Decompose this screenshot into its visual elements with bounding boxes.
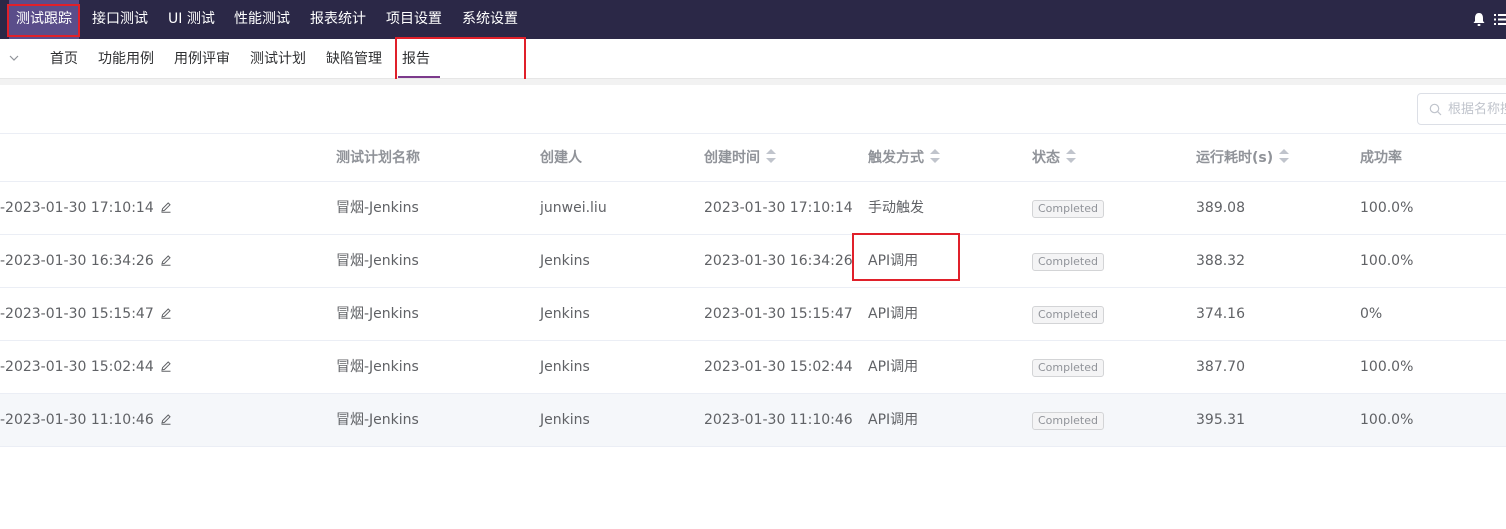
column-header-success-rate: 成功率 [1360, 150, 1402, 166]
create-time-cell: 2023-01-30 17:10:14 [704, 200, 853, 216]
trigger-mode-cell: API调用 [868, 253, 919, 269]
duration-cell: 374.16 [1196, 306, 1245, 322]
sort-icon[interactable] [1279, 149, 1290, 163]
subnav-item-defect-management[interactable]: 缺陷管理 [326, 39, 382, 79]
subnav-item-test-plan[interactable]: 测试计划 [250, 39, 306, 79]
search-box[interactable] [1417, 93, 1506, 125]
trigger-mode-cell: 手动触发 [868, 200, 924, 216]
duration-cell: 395.31 [1196, 412, 1245, 428]
success-rate-cell: 100.0% [1360, 200, 1414, 216]
success-rate-cell: 0% [1360, 306, 1383, 322]
create-time-cell: 2023-01-30 11:10:46 [704, 412, 853, 428]
duration-cell: 387.70 [1196, 359, 1245, 375]
plan-name-cell: 冒烟-Jenkins [336, 200, 419, 216]
success-rate-cell: 100.0% [1360, 412, 1414, 428]
table-row[interactable]: -2023-01-30 15:02:44 冒烟-Jenkins Jenkins … [0, 341, 1506, 394]
column-header-creator: 创建人 [540, 150, 582, 166]
trigger-mode-cell: API调用 [868, 306, 919, 322]
report-name-cell[interactable]: -2023-01-30 15:02:44 [0, 341, 172, 393]
sort-icon[interactable] [1066, 149, 1076, 163]
duration-cell: 389.08 [1196, 200, 1245, 216]
creator-cell: junwei.liu [540, 200, 607, 216]
table-header: 测试计划名称 创建人 创建时间 触发方式 状态 运行耗时(s) 成功率 [0, 133, 1506, 182]
chevron-down-icon[interactable] [8, 52, 20, 64]
report-name-cell[interactable]: -2023-01-30 15:15:47 [0, 288, 172, 340]
column-header-duration[interactable]: 运行耗时(s) [1196, 134, 1290, 182]
creator-cell: Jenkins [540, 412, 590, 428]
table-row[interactable]: -2023-01-30 16:34:26 冒烟-Jenkins Jenkins … [0, 235, 1506, 288]
column-header-plan-name: 测试计划名称 [336, 150, 420, 166]
edit-pencil-icon[interactable] [160, 307, 172, 319]
table-row[interactable]: -2023-01-30 11:10:46 冒烟-Jenkins Jenkins … [0, 394, 1506, 447]
status-badge: Completed [1032, 359, 1104, 377]
sub-navigation-bar: 首页 功能用例 用例评审 测试计划 缺陷管理 报告 [0, 39, 1506, 79]
edit-pencil-icon[interactable] [160, 413, 172, 425]
report-name-cell[interactable]: -2023-01-30 11:10:46 [0, 394, 172, 446]
create-time-cell: 2023-01-30 15:02:44 [704, 359, 853, 375]
sort-icon[interactable] [930, 149, 940, 163]
topnav-item-report-statistics[interactable]: 报表统计 [303, 0, 373, 39]
section-separator [0, 79, 1506, 85]
top-navigation-bar: 测试跟踪 接口测试 UI 测试 性能测试 报表统计 项目设置 系统设置 [0, 0, 1506, 39]
report-name-cell[interactable]: -2023-01-30 17:10:14 [0, 182, 172, 234]
duration-cell: 388.32 [1196, 253, 1245, 269]
trigger-mode-cell: API调用 [868, 412, 919, 428]
subnav-item-home[interactable]: 首页 [50, 39, 78, 79]
table-row[interactable]: -2023-01-30 17:10:14 冒烟-Jenkins junwei.l… [0, 182, 1506, 235]
search-input[interactable] [1448, 99, 1506, 119]
plan-name-cell: 冒烟-Jenkins [336, 359, 419, 375]
topnav-item-performance-test[interactable]: 性能测试 [227, 0, 297, 39]
trigger-mode-cell: API调用 [868, 359, 919, 375]
topnav-item-ui-test[interactable]: UI 测试 [161, 0, 222, 39]
topnav-item-test-tracking[interactable]: 测试跟踪 [9, 0, 79, 39]
status-badge: Completed [1032, 253, 1104, 271]
edit-pencil-icon[interactable] [160, 201, 172, 213]
subnav-item-report[interactable]: 报告 [402, 39, 430, 79]
plan-name-cell: 冒烟-Jenkins [336, 412, 419, 428]
creator-cell: Jenkins [540, 253, 590, 269]
column-header-status[interactable]: 状态 [1032, 134, 1076, 182]
plan-name-cell: 冒烟-Jenkins [336, 306, 419, 322]
search-icon [1429, 103, 1442, 116]
status-badge: Completed [1032, 412, 1104, 430]
column-header-create-time[interactable]: 创建时间 [704, 134, 776, 182]
edit-pencil-icon[interactable] [160, 360, 172, 372]
topnav-item-system-settings[interactable]: 系统设置 [455, 0, 525, 39]
column-header-trigger-mode[interactable]: 触发方式 [868, 134, 940, 182]
success-rate-cell: 100.0% [1360, 253, 1414, 269]
success-rate-cell: 100.0% [1360, 359, 1414, 375]
creator-cell: Jenkins [540, 359, 590, 375]
creator-cell: Jenkins [540, 306, 590, 322]
status-badge: Completed [1032, 200, 1104, 218]
create-time-cell: 2023-01-30 15:15:47 [704, 306, 853, 322]
create-time-cell: 2023-01-30 16:34:26 [704, 253, 853, 269]
subnav-item-functional-cases[interactable]: 功能用例 [98, 39, 154, 79]
topnav-item-project-settings[interactable]: 项目设置 [379, 0, 449, 39]
topnav-item-api-test[interactable]: 接口测试 [85, 0, 155, 39]
subnav-item-case-review[interactable]: 用例评审 [174, 39, 230, 79]
status-badge: Completed [1032, 306, 1104, 324]
subnav-active-underline [398, 76, 440, 78]
sort-icon[interactable] [766, 149, 776, 163]
list-menu-icon[interactable] [1494, 13, 1506, 26]
table-row[interactable]: -2023-01-30 15:15:47 冒烟-Jenkins Jenkins … [0, 288, 1506, 341]
report-name-cell[interactable]: -2023-01-30 16:34:26 [0, 235, 172, 287]
plan-name-cell: 冒烟-Jenkins [336, 253, 419, 269]
bell-icon[interactable] [1472, 12, 1486, 27]
edit-pencil-icon[interactable] [160, 254, 172, 266]
